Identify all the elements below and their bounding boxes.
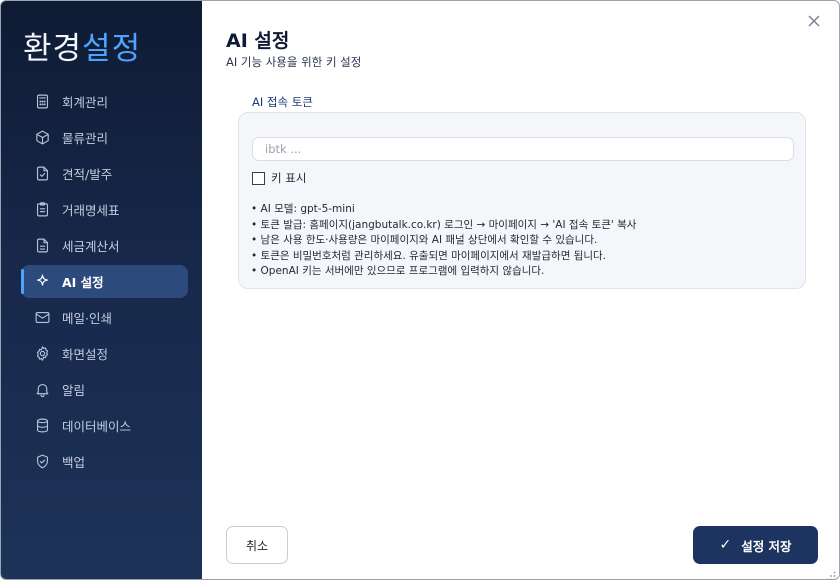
- mail-icon: [34, 309, 51, 326]
- brand-title-part1: 환경: [23, 31, 83, 67]
- box-icon: [34, 129, 51, 146]
- brand-title: 환경설정: [23, 23, 141, 68]
- sidebar-item-display[interactable]: 화면설정: [21, 337, 188, 370]
- sidebar-item-label: 거래명세표: [62, 203, 120, 218]
- sidebar-item-label: 견적/발주: [62, 167, 113, 182]
- sidebar-item-label: 세금계산서: [62, 239, 120, 254]
- calculator-icon: [34, 93, 51, 110]
- gear-icon: [34, 345, 51, 362]
- bell-icon: [34, 381, 51, 398]
- sparkle-icon: [34, 273, 51, 290]
- sidebar: 환경설정 회계관리 물류관리 견적/발주 거래명세표 세금계산서 AI 설정 메…: [1, 1, 202, 579]
- settings-window: 환경설정 회계관리 물류관리 견적/발주 거래명세표 세금계산서 AI 설정 메…: [0, 0, 840, 580]
- sidebar-item-logistics[interactable]: 물류관리: [21, 121, 188, 154]
- sidebar-item-quotes[interactable]: 견적/발주: [21, 157, 188, 190]
- page-title: AI 설정: [226, 30, 290, 52]
- clipboard-icon: [34, 201, 51, 218]
- sidebar-item-statements[interactable]: 거래명세표: [21, 193, 188, 226]
- sidebar-item-backup[interactable]: 백업: [21, 445, 188, 478]
- sidebar-item-database[interactable]: 데이터베이스: [21, 409, 188, 442]
- sidebar-item-label: 알림: [62, 383, 86, 398]
- document-icon: [34, 237, 51, 254]
- list-item: 남은 사용 한도·사용량은 마이페이지와 AI 패널 상단에서 확인할 수 있습…: [251, 233, 636, 249]
- show-key-checkbox[interactable]: [252, 171, 265, 185]
- list-item: 토큰 발급: 홈페이지(jangbutalk.co.kr) 로그인 → 마이페이…: [251, 218, 637, 234]
- sidebar-item-mail-print[interactable]: 메일·인쇄: [21, 301, 188, 334]
- info-list: AI 모델: gpt-5-mini 토큰 발급: 홈페이지(jangbutalk…: [251, 202, 637, 280]
- checkmark-icon: ✓: [719, 537, 732, 553]
- token-section-label: AI 접속 토큰: [252, 95, 313, 109]
- sidebar-nav: 회계관리 물류관리 견적/발주 거래명세표 세금계산서 AI 설정 메일·인쇄 …: [21, 85, 188, 481]
- sidebar-item-label: 회계관리: [62, 95, 109, 110]
- sidebar-item-label: 화면설정: [62, 347, 109, 362]
- token-card: 키 표시 AI 모델: gpt-5-mini 토큰 발급: 홈페이지(jangb…: [238, 112, 806, 289]
- list-item: OpenAI 키는 서버에만 있으므로 프로그램에 입력하지 않습니다.: [251, 264, 636, 280]
- list-item: 토큰은 비밀번호처럼 관리하세요. 유출되면 마이페이지에서 재발급하면 됩니다…: [251, 249, 636, 265]
- show-key-label: 키 표시: [271, 171, 307, 185]
- shield-icon: [34, 453, 51, 470]
- sidebar-item-label: 데이터베이스: [62, 419, 132, 434]
- sidebar-item-ai-settings[interactable]: AI 설정: [21, 265, 188, 298]
- close-icon[interactable]: [807, 13, 823, 29]
- save-button-label: 설정 저장: [741, 538, 792, 554]
- sidebar-item-notifications[interactable]: 알림: [21, 373, 188, 406]
- cancel-button[interactable]: 취소: [226, 526, 288, 564]
- show-key-toggle[interactable]: 키 표시: [252, 170, 306, 186]
- sidebar-item-accounting[interactable]: 회계관리: [21, 85, 188, 118]
- page-subtitle: AI 기능 사용을 위한 키 설정: [226, 55, 362, 69]
- file-check-icon: [34, 165, 51, 182]
- token-input[interactable]: [252, 137, 794, 161]
- save-settings-button[interactable]: ✓ 설정 저장: [693, 526, 818, 564]
- sidebar-item-tax-invoice[interactable]: 세금계산서: [21, 229, 188, 262]
- brand-title-part2: 설정: [82, 31, 142, 67]
- sidebar-item-label: 물류관리: [62, 131, 109, 146]
- sidebar-item-label: 백업: [62, 455, 86, 470]
- resize-grip-icon[interactable]: [826, 566, 836, 579]
- sidebar-item-label: 메일·인쇄: [62, 311, 112, 326]
- list-item: AI 모델: gpt-5-mini: [251, 202, 636, 218]
- sidebar-item-label: AI 설정: [62, 275, 104, 290]
- database-icon: [34, 417, 51, 434]
